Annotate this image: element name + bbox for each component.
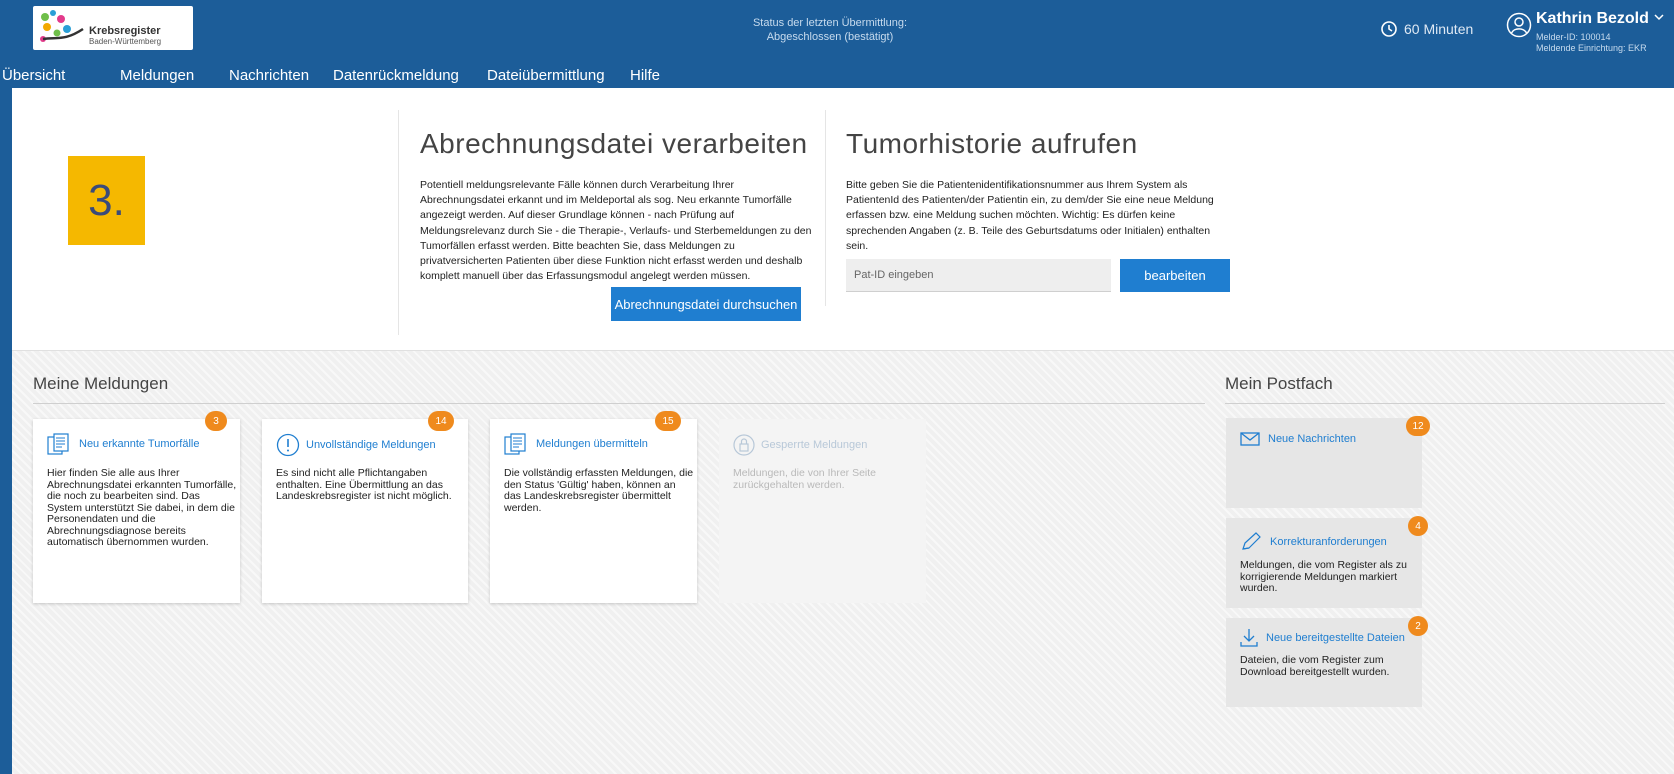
card-header: Meldungen übermitteln <box>504 433 648 455</box>
card-description: Hier finden Sie alle aus Ihrer Abrechnun… <box>47 467 237 548</box>
postfach-neue-nachrichten[interactable]: 12 Neue Nachrichten <box>1226 416 1430 508</box>
card-unvollstaendige-meldungen[interactable]: 14 Unvollständige Meldungen Es sind nich… <box>262 411 468 603</box>
user-avatar-icon[interactable] <box>1506 12 1532 38</box>
step-marker: 3. <box>68 156 145 245</box>
logo-subtitle: Baden-Württemberg <box>89 37 162 46</box>
user-name[interactable]: Kathrin Bezold <box>1536 10 1649 28</box>
card-header: Gesperrte Meldungen <box>733 433 867 457</box>
mein-postfach-title: Mein Postfach <box>1225 374 1333 393</box>
count-badge: 15 <box>655 411 681 431</box>
card-title: Neu erkannte Tumorfälle <box>79 438 200 450</box>
divider-middle <box>825 110 826 306</box>
dashboard-area: Meine Meldungen Mein Postfach 3 Neu erka… <box>12 350 1674 774</box>
documents-icon <box>504 433 526 455</box>
card-description: Meldungen, die vom Register als zu korri… <box>1240 559 1407 594</box>
nav-item-uebersicht[interactable]: Übersicht <box>2 64 65 88</box>
logo-title: Krebsregister <box>89 25 161 37</box>
krebsregister-logo[interactable]: Krebsregister Baden-Württemberg <box>33 6 193 50</box>
count-badge: 3 <box>205 411 227 431</box>
card-meldungen-uebermitteln[interactable]: 15 Meldungen übermitteln Die vollständig… <box>490 411 697 603</box>
documents-icon <box>47 433 69 455</box>
card-title: Neue bereitgestellte Dateien <box>1266 632 1405 644</box>
card-gesperrte-meldungen[interactable]: Gesperrte Meldungen Meldungen, die von I… <box>719 419 926 603</box>
card-description: Die vollständig erfassten Meldungen, die… <box>504 467 694 514</box>
top-bar: Krebsregister Baden-Württemberg Status d… <box>0 0 1674 88</box>
card-description: Es sind nicht alle Pflichtangaben enthal… <box>276 467 452 502</box>
nav-item-hilfe[interactable]: Hilfe <box>630 64 660 88</box>
pencil-icon <box>1242 532 1261 550</box>
nav-item-meldungen[interactable]: Meldungen <box>120 64 194 88</box>
card-header: Neue bereitgestellte Dateien <box>1240 628 1405 648</box>
card-header: Neu erkannte Tumorfälle <box>47 433 199 455</box>
session-timer: 60 Minuten <box>1380 20 1473 38</box>
card-neu-erkannte-tumorfaelle[interactable]: 3 Neu erkannte Tumorfälle Hier finden Si… <box>33 411 240 603</box>
card-header: Neue Nachrichten <box>1240 432 1356 446</box>
exclamation-circle-icon <box>276 433 300 457</box>
status-label: Status der letzten Übermittlung: <box>752 17 908 29</box>
count-badge: 4 <box>1408 516 1428 536</box>
transmission-status: Status der letzten Übermittlung: Abgesch… <box>580 16 1080 44</box>
tumorhistorie-text: Bitte geben Sie die Patientenidentifikat… <box>846 179 1214 252</box>
postfach-neue-bereitgestellte-dateien[interactable]: 2 Neue bereitgestellte Dateien Dateien, … <box>1226 616 1428 707</box>
bearbeiten-button[interactable]: bearbeiten <box>1120 259 1230 292</box>
card-title: Meldungen übermitteln <box>536 438 648 450</box>
pat-id-input[interactable] <box>846 259 1111 292</box>
card-title: Korrekturanforderungen <box>1270 536 1387 548</box>
card-title: Unvollständige Meldungen <box>306 439 436 451</box>
count-badge: 2 <box>1408 616 1428 636</box>
abrechnungsdatei-durchsuchen-button[interactable]: Abrechnungsdatei durchsuchen <box>611 287 801 321</box>
user-org: Meldende Einrichtung: EKR <box>1536 43 1647 53</box>
card-description: Dateien, die vom Register zum Download b… <box>1240 654 1390 678</box>
lock-icon <box>733 434 755 456</box>
divider-left <box>398 110 399 335</box>
user-meta: Melder-ID: 100014 Meldende Einrichtung: … <box>1536 32 1647 54</box>
meldungen-underline <box>33 403 1205 404</box>
status-value: Abgeschlossen (bestätigt) <box>766 31 894 43</box>
chevron-down-icon[interactable] <box>1653 12 1665 22</box>
logo-mark-icon <box>40 10 84 42</box>
nav-item-dateiuebermittlung[interactable]: Dateiübermittlung <box>487 64 605 88</box>
count-badge: 12 <box>1406 416 1430 436</box>
card-title: Gesperrte Meldungen <box>761 439 868 451</box>
download-icon <box>1240 629 1258 647</box>
nav-item-datenrueckmeldung[interactable]: Datenrückmeldung <box>333 64 459 88</box>
postfach-korrekturanforderungen[interactable]: 4 Korrekturanforderungen Meldungen, die … <box>1226 516 1428 608</box>
user-id: Melder-ID: 100014 <box>1536 32 1611 42</box>
abrechnung-title: Abrechnungsdatei verarbeiten <box>420 128 808 159</box>
card-header: Unvollständige Meldungen <box>276 433 436 457</box>
card-header: Korrekturanforderungen <box>1240 532 1387 552</box>
envelope-icon <box>1240 432 1260 446</box>
meine-meldungen-title: Meine Meldungen <box>33 374 169 393</box>
abrechnung-text: Potentiell meldungsrelevante Fälle könne… <box>420 179 812 283</box>
tumorhistorie-title: Tumorhistorie aufrufen <box>846 128 1138 159</box>
nav-item-nachrichten[interactable]: Nachrichten <box>229 64 309 88</box>
postfach-underline <box>1225 403 1665 404</box>
timer-value: 60 Minuten <box>1404 21 1474 37</box>
timer-icon <box>1381 21 1397 37</box>
left-frame <box>0 88 12 774</box>
card-description: Meldungen, die von Ihrer Seite zurückgeh… <box>733 467 877 491</box>
count-badge: 14 <box>428 411 454 431</box>
card-title: Neue Nachrichten <box>1268 433 1357 445</box>
